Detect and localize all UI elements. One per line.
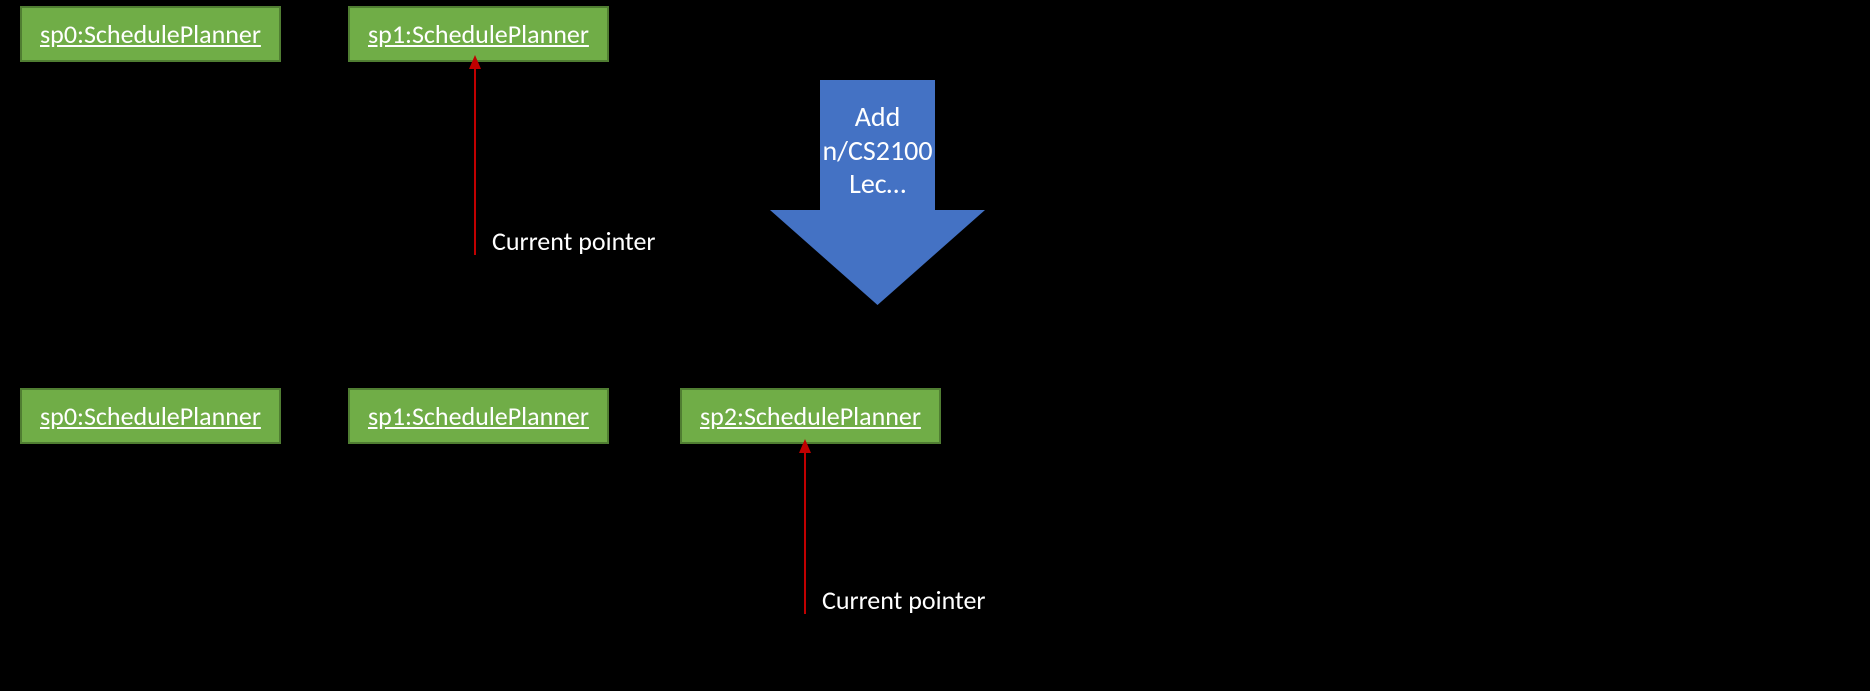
uml-object-sp2-bottom: sp2:SchedulePlanner [680, 388, 941, 444]
uml-object-sp0-bottom: sp0:SchedulePlanner [20, 388, 281, 444]
current-pointer-arrow-bottom [795, 439, 815, 614]
uml-object-sp1-bottom: sp1:SchedulePlanner [348, 388, 609, 444]
current-pointer-label-bottom: Current pointer [822, 584, 985, 616]
current-pointer-arrow-top [465, 55, 485, 255]
uml-object-sp1-top: sp1:SchedulePlanner [348, 6, 609, 62]
uml-object-sp0-top: sp0:SchedulePlanner [20, 6, 281, 62]
current-pointer-label-top: Current pointer [492, 225, 655, 257]
add-command-text: Add n/CS2100 Lec… [805, 100, 950, 201]
